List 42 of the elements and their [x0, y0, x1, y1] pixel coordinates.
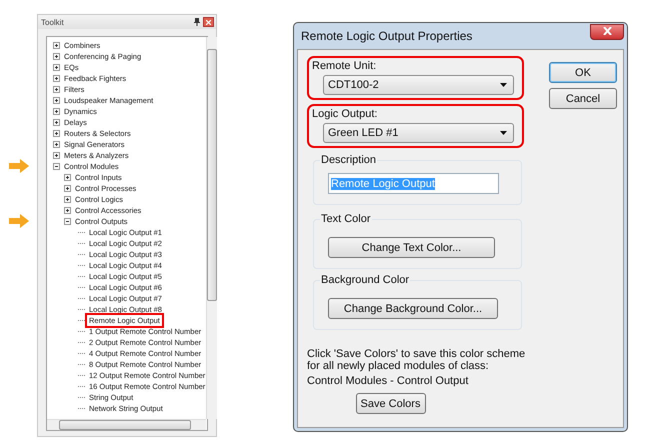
- pin-icon[interactable]: [194, 18, 200, 26]
- expand-icon[interactable]: [64, 196, 71, 203]
- ok-button[interactable]: OK: [549, 62, 617, 83]
- expand-icon[interactable]: [53, 152, 60, 159]
- class-text: Control Modules - Control Output: [307, 375, 470, 387]
- caret-icon: [500, 131, 507, 135]
- expand-icon[interactable]: [53, 130, 60, 137]
- horizontal-scrollbar[interactable]: [47, 419, 206, 430]
- expand-icon[interactable]: [53, 75, 60, 82]
- save-colors-button[interactable]: Save Colors: [356, 393, 426, 414]
- close-button[interactable]: [203, 17, 214, 27]
- expand-icon[interactable]: [53, 64, 60, 71]
- expand-icon[interactable]: [53, 119, 60, 126]
- close-icon: [602, 27, 612, 35]
- expand-icon[interactable]: [64, 174, 71, 181]
- close-button[interactable]: [590, 24, 624, 40]
- caret-icon: [500, 83, 507, 87]
- collapse-icon[interactable]: [64, 218, 71, 225]
- expand-icon[interactable]: [53, 42, 60, 49]
- expand-icon[interactable]: [64, 207, 71, 214]
- panel-title: Toolkit: [41, 18, 64, 26]
- field-label: Logic Output:: [312, 108, 378, 120]
- cancel-button[interactable]: Cancel: [549, 88, 617, 109]
- window-title: Remote Logic Output Properties: [301, 29, 472, 43]
- expand-icon[interactable]: [53, 97, 60, 104]
- close-icon: [206, 20, 211, 24]
- group-label: Description: [320, 154, 378, 166]
- group-label: Background Color: [320, 274, 410, 286]
- change-color-button[interactable]: Change Text Color...: [328, 237, 495, 258]
- expand-icon[interactable]: [53, 86, 60, 93]
- collapse-icon[interactable]: [53, 163, 60, 170]
- change-color-button[interactable]: Change Background Color...: [328, 298, 498, 319]
- note-text: Click 'Save Colors' to save this color scheme: [307, 348, 524, 360]
- group-label: Text Color: [320, 213, 372, 225]
- expand-icon[interactable]: [64, 185, 71, 192]
- expand-icon[interactable]: [53, 108, 60, 115]
- field-label: Remote Unit:: [312, 60, 378, 72]
- dropdown[interactable]: CDT100-2: [323, 75, 514, 95]
- note-text: for all newly placed modules of class:: [307, 360, 490, 372]
- dropdown[interactable]: Green LED #1: [323, 123, 514, 143]
- expand-icon[interactable]: [53, 141, 60, 148]
- expand-icon[interactable]: [53, 53, 60, 60]
